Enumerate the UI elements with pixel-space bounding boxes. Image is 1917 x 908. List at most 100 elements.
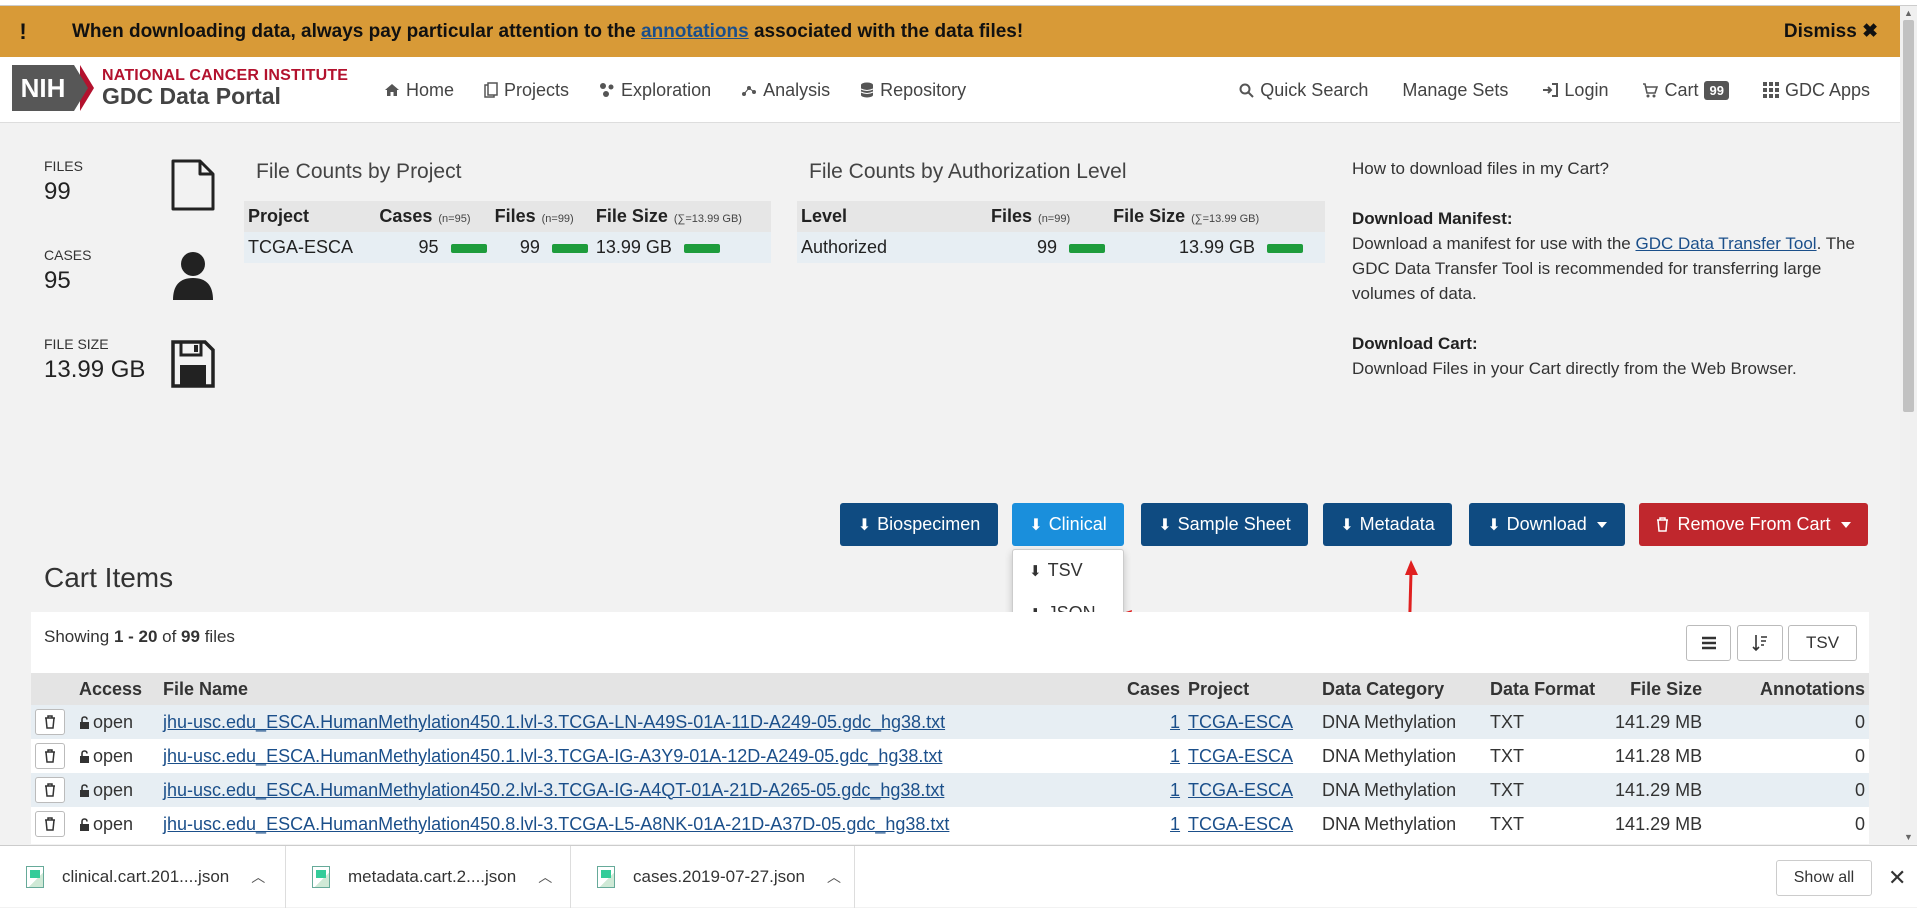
nav-home[interactable]: Home [384, 80, 454, 101]
data-format-cell: TXT [1486, 807, 1612, 841]
file-name-cell: jhu-usc.edu_ESCA.HumanMethylation450.2.l… [159, 773, 1123, 807]
main-nav: Home Projects Exploration Analysis Repos… [384, 57, 996, 123]
cases-link[interactable]: 1 [1170, 712, 1180, 732]
cases-cell: 1 [1123, 773, 1185, 807]
sample-sheet-button[interactable]: ⬇ Sample Sheet [1141, 503, 1308, 546]
table-row: open jhu-usc.edu_ESCA.HumanMethylation450… [31, 773, 1869, 807]
nav-login-label: Login [1564, 79, 1609, 100]
column-list-button[interactable] [1686, 625, 1731, 661]
download-item[interactable]: clinical.cart.201....json ︿ [0, 846, 286, 908]
nav-exploration[interactable]: Exploration [599, 80, 711, 101]
biospecimen-button[interactable]: ⬇ Biospecimen [840, 503, 998, 546]
project-link[interactable]: TCGA-ESCA [1188, 746, 1293, 766]
tsv-export-button[interactable]: TSV [1788, 625, 1857, 661]
col-cases[interactable]: Cases [1123, 673, 1185, 705]
access-cell: open [75, 807, 159, 841]
col-auth-files[interactable]: Files (n=99) [987, 201, 1110, 232]
metadata-button[interactable]: ⬇ Metadata [1323, 503, 1452, 546]
col-files[interactable]: Files (n=99) [490, 201, 592, 232]
col-file-size[interactable]: File Size [1611, 673, 1707, 705]
files-stat: FILES 99 [44, 158, 83, 206]
cart-icon [1643, 82, 1659, 97]
remove-item-button[interactable] [35, 811, 65, 837]
auth-level: Authorized [797, 232, 987, 263]
remove-item-button[interactable] [35, 743, 65, 769]
remove-item-button[interactable] [35, 709, 65, 735]
banner-text-after: associated with the data files! [748, 20, 1024, 42]
file-link[interactable]: jhu-usc.edu_ESCA.HumanMethylation450.2.l… [163, 780, 944, 800]
cases-stat-label: CASES [44, 247, 92, 263]
remove-cell [31, 705, 75, 739]
col-access[interactable]: Access [75, 673, 159, 705]
json-file-icon [26, 866, 44, 888]
login-icon [1543, 83, 1559, 97]
file-link[interactable]: jhu-usc.edu_ESCA.HumanMethylation450.1.l… [163, 746, 942, 766]
download-item[interactable]: metadata.cart.2....json ︿ [286, 846, 571, 908]
trash-icon [45, 783, 55, 797]
project-files: 99 [490, 232, 592, 263]
col-project[interactable]: Project [1184, 673, 1319, 705]
table-row: open jhu-usc.edu_ESCA.HumanMethylation450… [31, 705, 1869, 739]
cases-link[interactable]: 1 [1170, 780, 1180, 800]
cases-link[interactable]: 1 [1170, 746, 1180, 766]
data-category-cell: DNA Methylation [1318, 773, 1487, 807]
file-link[interactable]: jhu-usc.edu_ESCA.HumanMethylation450.1.l… [163, 712, 945, 732]
cases-cell: 1 [1123, 705, 1185, 739]
cases-link[interactable]: 1 [1170, 814, 1180, 834]
col-auth-size[interactable]: File Size (∑=13.99 GB) [1109, 201, 1325, 232]
nav-login[interactable]: Login [1542, 80, 1608, 101]
col-file-size[interactable]: File Size (∑=13.99 GB) [591, 201, 771, 232]
download-icon: ⬇ [1029, 516, 1043, 534]
project-link[interactable]: TCGA-ESCA [1188, 712, 1293, 732]
scroll-down-arrow[interactable]: ▼ [1903, 832, 1914, 842]
scrollbar-thumb[interactable] [1903, 20, 1914, 412]
files-stat-label: FILES [44, 158, 83, 174]
nav-repository[interactable]: Repository [860, 80, 966, 101]
save-icon [171, 340, 215, 388]
nav-gdc-apps[interactable]: GDC Apps [1762, 80, 1870, 101]
download-button[interactable]: ⬇ Download [1469, 503, 1625, 546]
col-remove [31, 673, 75, 705]
show-all-downloads-button[interactable]: Show all [1776, 860, 1872, 896]
file-name-cell: jhu-usc.edu_ESCA.HumanMethylation450.8.l… [159, 807, 1123, 841]
banner-message: When downloading data, always pay partic… [72, 21, 1023, 43]
dismiss-button[interactable]: Dismiss ✖ [1784, 20, 1878, 43]
scroll-up-arrow[interactable]: ▲ [1903, 8, 1914, 18]
download-icon: ⬇ [1487, 516, 1501, 534]
nav-cart[interactable]: Cart 99 [1642, 80, 1729, 101]
sort-button[interactable] [1737, 625, 1783, 661]
auth-table-header: Level Files (n=99) File Size (∑=13.99 GB) [797, 201, 1325, 232]
col-data-format[interactable]: Data Format [1486, 673, 1612, 705]
file-icon [171, 159, 215, 211]
project-link[interactable]: TCGA-ESCA [1188, 814, 1293, 834]
nav-quick-search[interactable]: Quick Search [1239, 80, 1368, 101]
col-project[interactable]: Project [244, 201, 376, 232]
caret-down-icon [1840, 521, 1851, 528]
annotations-link[interactable]: annotations [641, 21, 749, 42]
nav-projects[interactable]: Projects [484, 80, 569, 101]
nav-manage-sets[interactable]: Manage Sets [1402, 80, 1508, 101]
gdc-logo[interactable]: NIH NATIONAL CANCER INSTITUTE GDC Data P… [12, 65, 348, 111]
chevron-up-icon[interactable]: ︿ [538, 867, 552, 887]
chevron-up-icon[interactable]: ︿ [827, 867, 841, 887]
project-link[interactable]: TCGA-ESCA [1188, 780, 1293, 800]
file-link[interactable]: jhu-usc.edu_ESCA.HumanMethylation450.8.l… [163, 814, 949, 834]
clinical-tsv-option[interactable]: ⬇ TSV [1029, 560, 1083, 581]
list-icon [1701, 636, 1716, 650]
nav-analysis[interactable]: Analysis [741, 80, 830, 101]
chevron-up-icon[interactable]: ︿ [251, 867, 265, 887]
col-annotations[interactable]: Annotations [1706, 673, 1869, 705]
col-file-name[interactable]: File Name [159, 673, 1123, 705]
remove-item-button[interactable] [35, 777, 65, 803]
remove-cell [31, 807, 75, 841]
files-stat-value: 99 [44, 178, 71, 205]
remove-from-cart-button[interactable]: Remove From Cart [1639, 503, 1868, 546]
col-cases[interactable]: Cases (n=95) [375, 201, 491, 232]
download-item[interactable]: cases.2019-07-27.json ︿ [571, 846, 855, 908]
col-level[interactable]: Level [797, 201, 987, 232]
data-transfer-tool-link[interactable]: GDC Data Transfer Tool [1635, 234, 1816, 253]
clinical-button[interactable]: ⬇ Clinical [1012, 503, 1124, 546]
annotations-cell: 0 [1706, 807, 1869, 841]
close-downloads-bar-icon[interactable]: ✕ [1888, 865, 1906, 891]
col-data-category[interactable]: Data Category [1318, 673, 1487, 705]
